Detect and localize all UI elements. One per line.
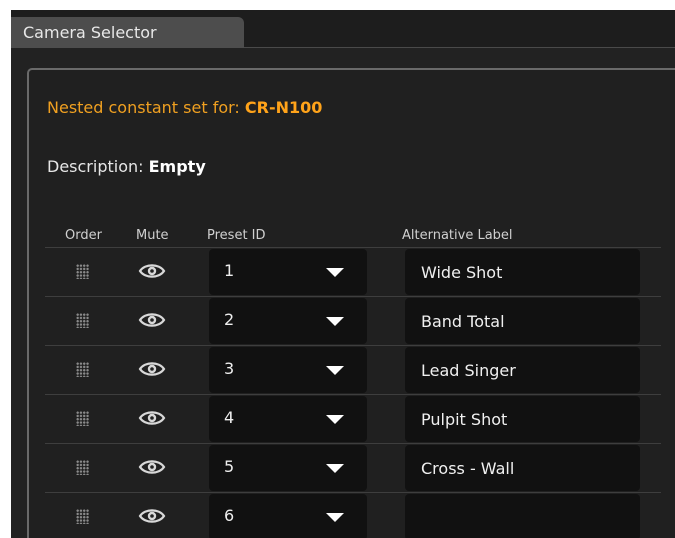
app-window: Camera Selector Nested constant set for:… (11, 10, 675, 538)
nested-set-label: Nested constant set for: (47, 98, 245, 117)
preset-id-value: 5 (224, 457, 235, 476)
preset-id-select[interactable]: 5 (209, 445, 367, 491)
alternative-label-input[interactable] (405, 249, 640, 295)
preset-id-select[interactable]: 4 (209, 396, 367, 442)
caret-down-icon[interactable] (326, 513, 344, 522)
preset-row: 6 (45, 492, 661, 538)
caret-down-icon[interactable] (326, 268, 344, 277)
drag-handle-icon[interactable] (76, 313, 89, 328)
alternative-label-input[interactable] (405, 298, 640, 344)
preset-id-value: 3 (224, 359, 235, 378)
tab-bar: Camera Selector (11, 10, 675, 48)
drag-handle-icon[interactable] (76, 460, 89, 475)
preset-id-value: 4 (224, 408, 235, 427)
column-header-mute: Mute (136, 228, 169, 243)
drag-handle-icon[interactable] (76, 509, 89, 524)
preset-id-select[interactable]: 3 (209, 347, 367, 393)
alternative-label-input[interactable] (405, 445, 640, 491)
caret-down-icon[interactable] (326, 317, 344, 326)
alternative-label-input[interactable] (405, 347, 640, 393)
eye-icon[interactable] (138, 359, 166, 379)
eye-icon[interactable] (138, 506, 166, 526)
preset-id-value: 2 (224, 310, 235, 329)
description-label: Description: (47, 157, 149, 176)
drag-handle-icon[interactable] (76, 411, 89, 426)
preset-id-select[interactable]: 6 (209, 494, 367, 538)
alternative-label-input[interactable] (405, 396, 640, 442)
tab-bar-divider (244, 47, 675, 48)
drag-handle-icon[interactable] (76, 362, 89, 377)
eye-icon[interactable] (138, 261, 166, 281)
column-header-alternative-label: Alternative Label (402, 228, 513, 243)
column-header-order: Order (65, 228, 102, 243)
preset-row: 4 (45, 394, 661, 443)
column-header-preset-id: Preset ID (207, 228, 266, 243)
caret-down-icon[interactable] (326, 415, 344, 424)
eye-icon[interactable] (138, 457, 166, 477)
alternative-label-input[interactable] (405, 494, 640, 538)
preset-row: 1 (45, 247, 661, 296)
preset-row: 2 (45, 296, 661, 345)
description-line: Description: Empty (47, 157, 206, 176)
description-value: Empty (148, 157, 206, 176)
preset-id-select[interactable]: 1 (209, 249, 367, 295)
nested-set-line: Nested constant set for: CR-N100 (47, 98, 322, 117)
preset-id-select[interactable]: 2 (209, 298, 367, 344)
drag-handle-icon[interactable] (76, 264, 89, 279)
preset-row: 3 (45, 345, 661, 394)
tab-camera-selector[interactable]: Camera Selector (11, 17, 244, 48)
caret-down-icon[interactable] (326, 366, 344, 375)
caret-down-icon[interactable] (326, 464, 344, 473)
nested-set-value: CR-N100 (244, 98, 323, 117)
eye-icon[interactable] (138, 310, 166, 330)
preset-id-value: 6 (224, 506, 235, 525)
preset-id-value: 1 (224, 261, 235, 280)
nested-set-panel: Nested constant set for: CR-N100 Descrip… (27, 68, 675, 538)
preset-row: 5 (45, 443, 661, 492)
eye-icon[interactable] (138, 408, 166, 428)
